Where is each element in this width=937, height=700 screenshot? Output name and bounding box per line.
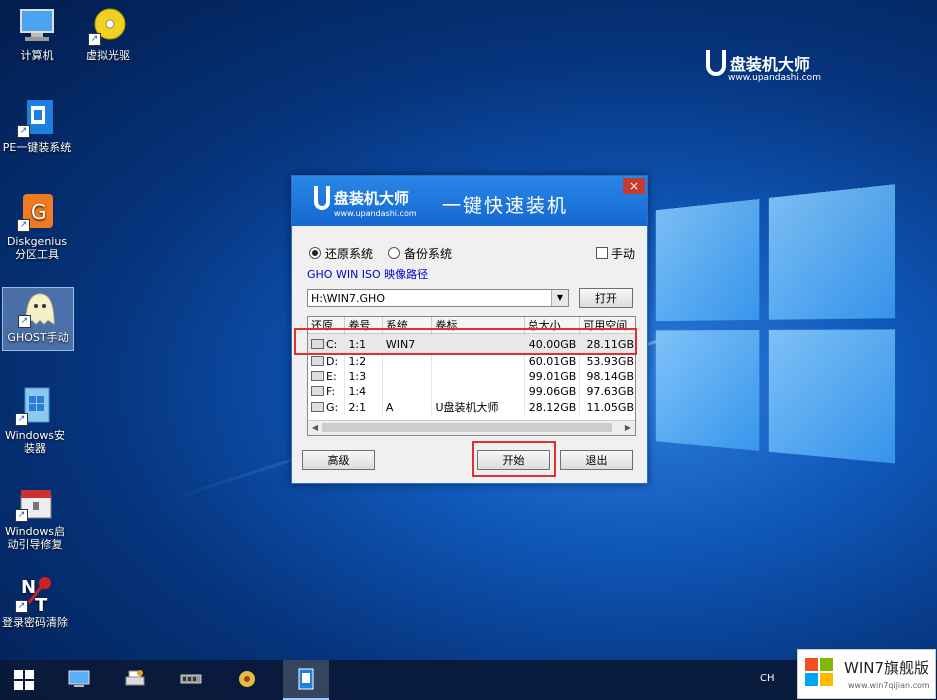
desktop-icon-pe-install[interactable]: ↗ PE一键装系统 [2, 98, 72, 154]
radio-restore-system[interactable]: 还原系统 [309, 245, 373, 262]
windows-installer-icon: ↗ [15, 386, 55, 426]
windows-start-icon [14, 670, 34, 690]
dialog-slogan: 一键快速装机 [442, 195, 569, 217]
desktop-icon-label: GHOST手动 [7, 331, 69, 344]
close-button[interactable]: × [623, 178, 645, 194]
watermark: WIN7旗舰版 www.win7qijian.com [797, 649, 936, 699]
column-header[interactable]: 可用空间 [579, 317, 635, 334]
column-header[interactable]: 总大小 [524, 317, 581, 334]
taskbar-item-printer[interactable] [112, 660, 158, 700]
desktop-icon-label: 虚拟光驱 [86, 49, 130, 62]
desktop-icon-boot-repair[interactable]: ↗ Windows启动引导修复 [0, 482, 70, 551]
column-header[interactable]: 卷号 [344, 317, 383, 334]
drive-icon [311, 386, 324, 396]
checkbox-icon [595, 247, 608, 259]
radio-backup-system[interactable]: 备份系统 [388, 245, 452, 262]
brand-name: 盘装机大师 [729, 55, 810, 74]
start-button[interactable]: 开始 [477, 450, 550, 470]
installer-icon [298, 668, 314, 690]
dialog-logo-name: 盘装机大师 [333, 189, 409, 208]
drive-icon [311, 371, 324, 381]
image-path-label: GHO WIN ISO 映像路径 [307, 268, 429, 281]
desktop-icon-computer[interactable]: 计算机 [2, 6, 72, 62]
scroll-right-icon[interactable]: ▶ [621, 421, 635, 435]
printer-icon [125, 670, 145, 686]
ghost-icon: ↗ [18, 288, 58, 328]
watermark-url: www.win7qijian.com [848, 681, 930, 690]
taskbar-item-memory[interactable] [168, 660, 214, 700]
dialog-logo: 盘装机大师 www.upandashi.com [314, 186, 417, 218]
scroll-left-icon[interactable]: ◀ [308, 421, 322, 435]
dialog-logo-u-icon [314, 186, 330, 210]
exit-button[interactable]: 退出 [560, 450, 633, 470]
manual-checkbox[interactable]: 手动 [595, 245, 635, 262]
windows-flag-icon [805, 658, 835, 688]
desktop-icon-label: Windows安装器 [4, 429, 66, 455]
dropdown-arrow-icon[interactable]: ▼ [551, 290, 568, 306]
dialog-logo-url: www.upandashi.com [334, 209, 417, 218]
desktop-icon-password-clear[interactable]: NT ↗ 登录密码清除 [0, 573, 70, 629]
manual-checkbox-label: 手动 [610, 247, 635, 261]
computer-icon [17, 6, 57, 46]
desktop-icon-label: PE一键装系统 [2, 141, 72, 154]
taskbar-item-tools[interactable] [224, 660, 270, 700]
radio-restore-label: 还原系统 [325, 247, 374, 261]
table-row[interactable]: F: 1:4 99.06GB 97.63GB [308, 384, 635, 399]
desktop-icon-diskgenius[interactable]: G ↗ Diskgenius分区工具 [2, 192, 72, 261]
radio-backup-label: 备份系统 [404, 247, 453, 261]
wallpaper-windows-logo [625, 183, 907, 487]
scrollbar-thumb[interactable] [322, 423, 612, 432]
column-header[interactable]: 系统 [382, 317, 433, 334]
desktop-icon-virtual-drive[interactable]: ↗ 虚拟光驱 [73, 6, 143, 62]
desktop-icon-label: 登录密码清除 [2, 616, 68, 629]
usb-drive-icon [311, 401, 324, 412]
radio-selected-icon [309, 247, 321, 259]
partition-table: 还原 卷号 系统 卷标 总大小 可用空间 C: 1:1 WIN7 40.00GB… [307, 316, 636, 436]
toolbox-icon: ↗ [15, 482, 55, 522]
watermark-title: WIN7旗舰版 [844, 659, 930, 677]
brand-u-icon [706, 50, 726, 76]
image-path-select[interactable]: H:\WIN7.GHO ▼ [307, 289, 569, 307]
dialog-header: 盘装机大师 www.upandashi.com 一键快速装机 × [292, 176, 647, 226]
table-row[interactable]: D: 1:2 60.01GB 53.93GB [308, 354, 635, 369]
taskbar-item-computer[interactable] [56, 660, 102, 700]
cd-drive-icon: ↗ [88, 6, 128, 46]
open-button[interactable]: 打开 [579, 288, 633, 308]
horizontal-scrollbar[interactable]: ◀ ▶ [308, 420, 635, 435]
tray-language[interactable]: CH [760, 673, 775, 684]
svg-text:T: T [35, 595, 48, 613]
desktop-icon-label: Diskgenius分区工具 [6, 235, 68, 261]
brand-logo: 盘装机大师 www.upandashi.com [706, 50, 821, 83]
table-row[interactable]: G: 2:1 A U盘装机大师 28.12GB 11.05GB [308, 399, 635, 415]
diskgenius-icon: G ↗ [17, 192, 57, 232]
table-header: 还原 卷号 系统 卷标 总大小 可用空间 [308, 317, 635, 334]
memory-chip-icon [180, 674, 202, 684]
monitor-icon [68, 670, 90, 687]
key-icon: NT ↗ [15, 573, 55, 616]
table-row[interactable]: C: 1:1 WIN7 40.00GB 28.11GB [308, 333, 635, 354]
desktop-icon-label: Windows启动引导修复 [4, 525, 66, 551]
tools-icon [239, 671, 255, 687]
svg-text:G: G [31, 200, 47, 224]
start-button-taskbar[interactable] [0, 660, 46, 700]
brand-url: www.upandashi.com [728, 73, 821, 83]
advanced-button[interactable]: 高级 [302, 450, 375, 470]
column-header[interactable]: 还原 [308, 317, 346, 334]
table-row[interactable]: E: 1:3 99.01GB 98.14GB [308, 369, 635, 384]
desktop-icon-windows-installer[interactable]: ↗ Windows安装器 [0, 386, 70, 455]
drive-icon [311, 356, 324, 366]
column-header[interactable]: 卷标 [431, 317, 525, 334]
radio-unselected-icon [388, 247, 400, 259]
image-path-value: H:\WIN7.GHO [311, 292, 385, 305]
desktop-icon-label: 计算机 [20, 49, 54, 62]
pe-install-icon: ↗ [17, 98, 57, 138]
drive-icon [311, 338, 324, 349]
taskbar-item-installer[interactable] [283, 660, 329, 700]
install-dialog: 盘装机大师 www.upandashi.com 一键快速装机 × 还原系统 备份… [291, 175, 648, 484]
desktop-icon-ghost[interactable]: ↗ GHOST手动 [2, 287, 74, 351]
